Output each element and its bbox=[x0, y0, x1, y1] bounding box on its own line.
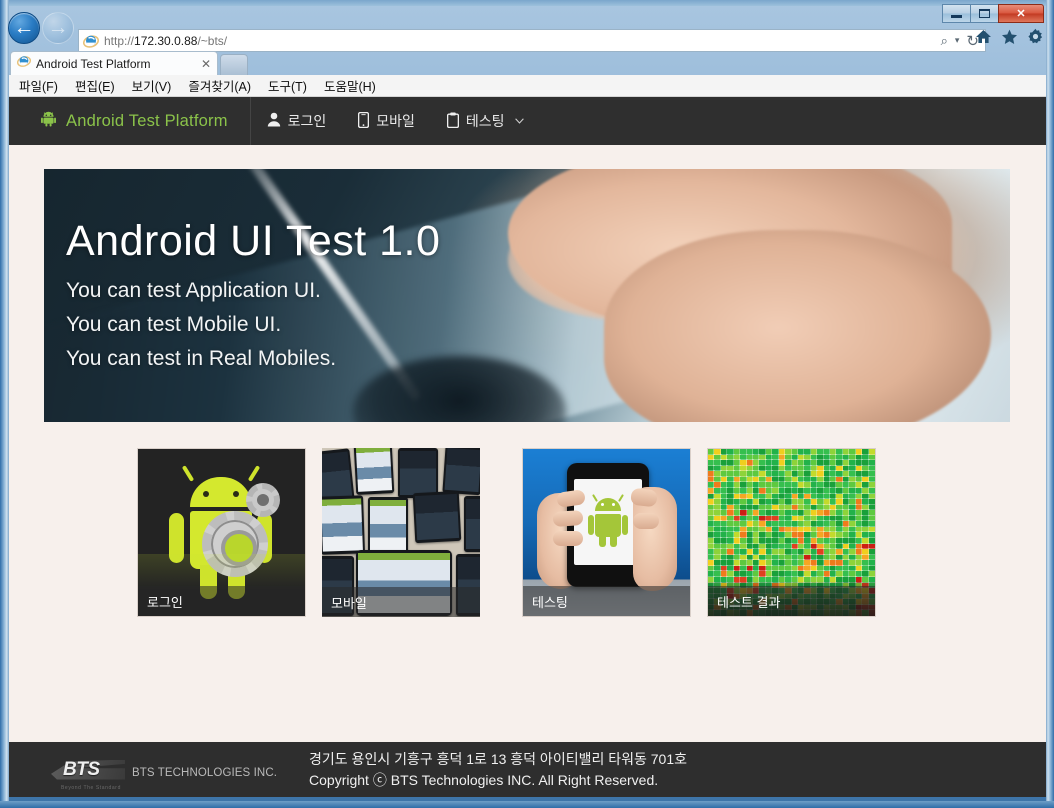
brand-link[interactable]: Android Test Platform bbox=[9, 97, 251, 145]
titlebar: ← → http://172.30.0.88/~bts/ ⌕ ▾ ↻ ✕ bbox=[0, 4, 1054, 52]
gear-icon[interactable] bbox=[1027, 28, 1044, 49]
maximize-button[interactable] bbox=[970, 4, 999, 23]
tab-strip: Android Test Platform ✕ bbox=[8, 51, 1046, 75]
nav-item-testing-label: 테스팅 bbox=[465, 113, 505, 129]
user-icon bbox=[267, 112, 281, 130]
menu-item-file[interactable]: 파일(F) bbox=[19, 76, 58, 95]
card-testing-label: 테스팅 bbox=[523, 586, 690, 616]
brand-label: Android Test Platform bbox=[66, 111, 228, 130]
card-test-results[interactable]: 테스트 결과 bbox=[707, 448, 876, 617]
window-frame-left bbox=[0, 0, 9, 808]
nav-item-mobile[interactable]: 모바일 bbox=[342, 97, 431, 145]
mobile-icon bbox=[358, 111, 370, 131]
hero-text-block: Android UI Test 1.0 You can test Applica… bbox=[66, 217, 441, 376]
new-tab-button[interactable] bbox=[220, 54, 248, 75]
android-robot-icon bbox=[588, 494, 628, 547]
bts-logo-subtitle: BTS TECHNOLOGIES INC. bbox=[132, 766, 278, 779]
menu-item-help[interactable]: 도움말(H) bbox=[324, 76, 376, 95]
nav-item-login[interactable]: 로그인 bbox=[251, 97, 343, 145]
hero-line-2: You can test Mobile UI. bbox=[66, 312, 282, 336]
menu-item-view[interactable]: 보기(V) bbox=[132, 76, 172, 95]
tab-favicon-internet-explorer-icon bbox=[16, 54, 32, 73]
site-footer: BTS Beyond The Standard BTS TECHNOLOGIES… bbox=[9, 742, 1046, 797]
window-controls: ✕ bbox=[942, 4, 1044, 23]
card-grid: 로그인 모바일 테스팅 테스트 결과 bbox=[9, 422, 1046, 617]
address-bar[interactable]: http://172.30.0.88/~bts/ ⌕ ▾ ↻ bbox=[78, 29, 986, 52]
back-arrow-icon: ← bbox=[13, 16, 35, 39]
window-frame-right bbox=[1046, 0, 1054, 808]
hero-heading: Android UI Test 1.0 bbox=[66, 217, 441, 265]
page-viewport: Android Test Platform 로그인 모바일 테스팅 Androi… bbox=[9, 97, 1046, 797]
nav-item-mobile-label: 모바일 bbox=[376, 113, 415, 129]
close-button[interactable]: ✕ bbox=[998, 4, 1044, 23]
browser-tab[interactable]: Android Test Platform ✕ bbox=[10, 51, 218, 75]
menu-item-favorites[interactable]: 즐겨찾기(A) bbox=[188, 76, 251, 95]
forward-button[interactable]: → bbox=[42, 12, 74, 44]
footer-address: 경기도 용인시 기흥구 흥덕 1로 13 흥덕 아이티밸리 타워동 701호 bbox=[309, 751, 687, 768]
nav-item-login-label: 로그인 bbox=[287, 113, 327, 129]
hero-banner: Android UI Test 1.0 You can test Applica… bbox=[44, 169, 1010, 422]
minimize-button[interactable] bbox=[942, 4, 971, 23]
nav-item-testing[interactable]: 테스팅 bbox=[431, 97, 540, 145]
card-mobile[interactable]: 모바일 bbox=[322, 448, 480, 617]
menu-item-tools[interactable]: 도구(T) bbox=[268, 76, 307, 95]
internet-explorer-icon bbox=[82, 33, 100, 49]
bts-logo-text: BTS bbox=[63, 758, 100, 780]
footer-copyright: Copyright ⓒ BTS Technologies INC. All Ri… bbox=[309, 771, 659, 788]
bts-logo-tagline: Beyond The Standard bbox=[61, 784, 121, 791]
card-test-results-label: 테스트 결과 bbox=[708, 586, 875, 616]
hero-line-3: You can test in Real Mobiles. bbox=[66, 346, 337, 370]
forward-arrow-icon: → bbox=[47, 16, 69, 39]
android-robot-icon bbox=[40, 110, 57, 132]
bts-logo-mark-icon: BTS Beyond The Standard bbox=[51, 757, 125, 791]
chevron-down-icon[interactable]: ▾ bbox=[955, 35, 960, 46]
card-login-label: 로그인 bbox=[138, 586, 305, 616]
favorites-star-icon[interactable] bbox=[1001, 29, 1018, 49]
url-text: http://172.30.0.88/~bts/ bbox=[104, 33, 228, 48]
site-navbar: Android Test Platform 로그인 모바일 테스팅 bbox=[9, 97, 1046, 145]
window-frame-bottom bbox=[0, 801, 1054, 808]
menu-bar: 파일(F) 편집(E) 보기(V) 즐겨찾기(A) 도구(T) 도움말(H) bbox=[9, 75, 1046, 97]
hero-section: Android UI Test 1.0 You can test Applica… bbox=[9, 145, 1046, 422]
clipboard-icon bbox=[446, 112, 460, 131]
search-icon[interactable]: ⌕ bbox=[941, 33, 948, 49]
tab-close-icon[interactable]: ✕ bbox=[201, 57, 211, 71]
browser-window: ← → http://172.30.0.88/~bts/ ⌕ ▾ ↻ ✕ And… bbox=[0, 0, 1054, 808]
card-testing[interactable]: 테스팅 bbox=[522, 448, 691, 617]
card-login[interactable]: 로그인 bbox=[137, 448, 306, 617]
tab-title: Android Test Platform bbox=[36, 56, 151, 71]
nav-links: 로그인 모바일 테스팅 bbox=[251, 97, 540, 145]
browser-toolbar bbox=[975, 28, 1044, 49]
home-icon[interactable] bbox=[975, 29, 992, 48]
back-button[interactable]: ← bbox=[8, 12, 40, 44]
chevron-down-icon bbox=[514, 116, 524, 126]
bts-logo: BTS Beyond The Standard BTS TECHNOLOGIES… bbox=[51, 757, 278, 791]
menu-item-edit[interactable]: 편집(E) bbox=[75, 76, 115, 95]
footer-text-block: 경기도 용인시 기흥구 흥덕 1로 13 흥덕 아이티밸리 타워동 701호 C… bbox=[309, 749, 687, 790]
hero-line-1: You can test Application UI. bbox=[66, 278, 321, 302]
card-mobile-label: 모바일 bbox=[322, 587, 480, 617]
